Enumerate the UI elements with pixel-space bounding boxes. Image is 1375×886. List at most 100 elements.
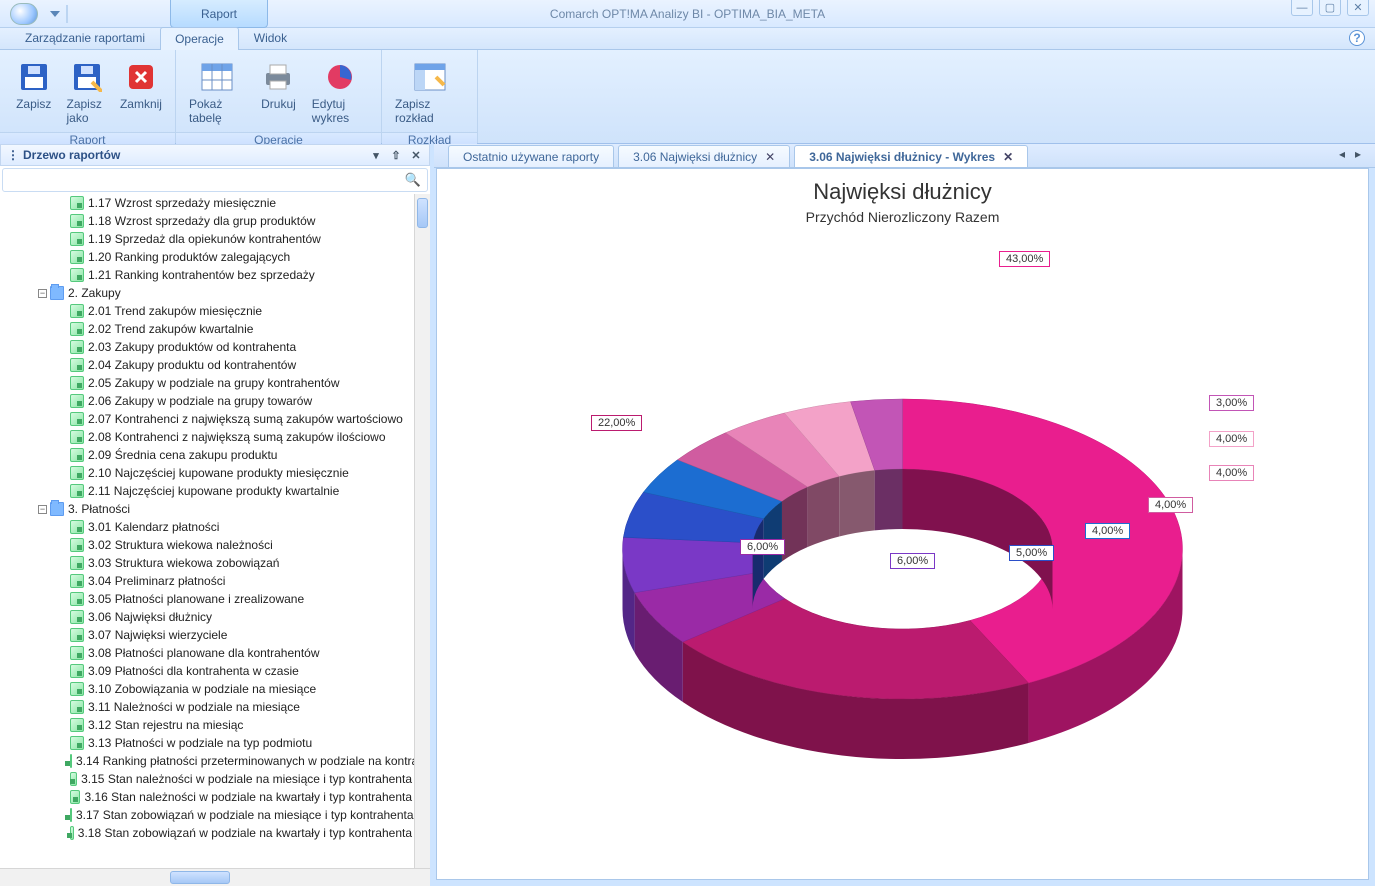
ribbon-tab-widok[interactable]: Widok [239, 26, 302, 49]
report-icon [70, 214, 84, 228]
print-icon [262, 61, 294, 93]
tree-panel-header[interactable]: ⋮ Drzewo raportów ▾ ⇧ ✕ [0, 144, 430, 166]
tree-expander-icon[interactable]: − [38, 289, 47, 298]
panel-close-icon[interactable]: ✕ [409, 148, 423, 162]
tree-item-label: 2.02 Trend zakupów kwartalnie [88, 322, 253, 336]
tree-search-input[interactable] [9, 173, 405, 187]
tree-report-item[interactable]: 3.16 Stan należności w podziale na kwart… [4, 788, 412, 806]
tree-report-item[interactable]: 2.10 Najczęściej kupowane produkty miesi… [4, 464, 412, 482]
folder-icon [50, 286, 64, 300]
save-layout-label: Zapisz rozkład [395, 97, 464, 125]
report-icon [70, 790, 80, 804]
tree-item-label: 3. Płatności [68, 502, 130, 516]
show-table-button[interactable]: Pokaż tabelę [186, 54, 248, 128]
tree-report-item[interactable]: 1.17 Wzrost sprzedaży miesięcznie [4, 194, 412, 212]
report-icon [70, 646, 84, 660]
tree-report-item[interactable]: 2.01 Trend zakupów miesięcznie [4, 302, 412, 320]
report-icon [70, 196, 84, 210]
tree-report-item[interactable]: 1.20 Ranking produktów zalegających [4, 248, 412, 266]
close-label: Zamknij [120, 97, 162, 111]
tree-item-label: 3.13 Płatności w podziale na typ podmiot… [88, 736, 312, 750]
tree-item-label: 2.08 Kontrahenci z największą sumą zakup… [88, 430, 386, 444]
tree-vertical-scrollbar[interactable] [414, 194, 430, 868]
tree-report-item[interactable]: 3.10 Zobowiązania w podziale na miesiące [4, 680, 412, 698]
report-tree[interactable]: 1.17 Wzrost sprzedaży miesięcznie1.18 Wz… [0, 194, 430, 868]
tree-item-label: 3.01 Kalendarz płatności [88, 520, 219, 534]
close-report-button[interactable]: Zamknij [117, 54, 165, 114]
tree-item-label: 2.01 Trend zakupów miesięcznie [88, 304, 262, 318]
tree-report-item[interactable]: 3.13 Płatności w podziale na typ podmiot… [4, 734, 412, 752]
save-as-button[interactable]: Zapisz jako [63, 54, 110, 128]
app-menu-button[interactable] [10, 3, 38, 25]
tree-folder-item[interactable]: − 3. Płatności [4, 500, 412, 518]
tree-report-item[interactable]: 3.03 Struktura wiekowa zobowiązań [4, 554, 412, 572]
tree-report-item[interactable]: 3.02 Struktura wiekowa należności [4, 536, 412, 554]
help-icon[interactable]: ? [1349, 30, 1365, 46]
tree-report-item[interactable]: 3.15 Stan należności w podziale na miesi… [4, 770, 412, 788]
panel-pin-icon[interactable]: ⇧ [389, 148, 403, 162]
tree-report-item[interactable]: 2.02 Trend zakupów kwartalnie [4, 320, 412, 338]
tree-panel-title: Drzewo raportów [23, 148, 120, 162]
tree-report-item[interactable]: 3.09 Płatności dla kontrahenta w czasie [4, 662, 412, 680]
report-icon [70, 394, 84, 408]
tabs-scroll-left-icon[interactable]: ◂ [1335, 147, 1349, 161]
save-layout-button[interactable]: Zapisz rozkład [392, 54, 467, 128]
doc-tab-dluznicy[interactable]: 3.06 Najwięksi dłużnicy ✕ [618, 145, 790, 167]
tree-item-label: 3.06 Najwięksi dłużnicy [88, 610, 212, 624]
report-icon [70, 556, 84, 570]
tree-report-item[interactable]: 3.05 Płatności planowane i zrealizowane [4, 590, 412, 608]
close-window-button[interactable]: ✕ [1347, 0, 1369, 16]
tree-item-label: 1.20 Ranking produktów zalegających [88, 250, 290, 264]
report-icon [70, 682, 84, 696]
tree-report-item[interactable]: 2.05 Zakupy w podziale na grupy kontrahe… [4, 374, 412, 392]
tree-report-item[interactable]: 3.11 Należności w podziale na miesiące [4, 698, 412, 716]
tree-report-item[interactable]: 2.11 Najczęściej kupowane produkty kwart… [4, 482, 412, 500]
doc-tab-dluznicy-wykres[interactable]: 3.06 Najwięksi dłużnicy - Wykres ✕ [794, 145, 1028, 167]
tree-report-item[interactable]: 3.04 Preliminarz płatności [4, 572, 412, 590]
tree-report-item[interactable]: 3.01 Kalendarz płatności [4, 518, 412, 536]
tree-report-item[interactable]: 2.04 Zakupy produktu od kontrahentów [4, 356, 412, 374]
tree-report-item[interactable]: 1.18 Wzrost sprzedaży dla grup produktów [4, 212, 412, 230]
doc-tab-close-icon[interactable]: ✕ [765, 150, 775, 164]
panel-dropdown-icon[interactable]: ▾ [369, 148, 383, 162]
tree-report-item[interactable]: 3.17 Stan zobowiązań w podziale na miesi… [4, 806, 412, 824]
save-button[interactable]: Zapisz [10, 54, 57, 114]
minimize-button[interactable]: — [1291, 0, 1313, 16]
chart-data-label: 43,00% [999, 251, 1050, 267]
print-button[interactable]: Drukuj [254, 54, 303, 114]
report-icon [70, 250, 84, 264]
tree-report-item[interactable]: 2.06 Zakupy w podziale na grupy towarów [4, 392, 412, 410]
tree-search-box[interactable]: 🔍 [2, 168, 428, 192]
tree-expander-icon[interactable]: − [38, 505, 47, 514]
tree-report-item[interactable]: 1.19 Sprzedaż dla opiekunów kontrahentów [4, 230, 412, 248]
tree-report-item[interactable]: 2.03 Zakupy produktów od kontrahenta [4, 338, 412, 356]
tree-folder-item[interactable]: −2. Zakupy [4, 284, 412, 302]
doc-tab-recent[interactable]: Ostatnio używane raporty [448, 145, 614, 167]
tree-report-item[interactable]: 2.07 Kontrahenci z największą sumą zakup… [4, 410, 412, 428]
ribbon-tab-operacje[interactable]: Operacje [160, 27, 239, 50]
context-tab-raport[interactable]: Raport [170, 0, 268, 28]
tree-report-item[interactable]: 3.14 Ranking płatności przeterminowanych… [4, 752, 412, 770]
tree-report-item[interactable]: 3.12 Stan rejestru na miesiąc [4, 716, 412, 734]
edit-chart-button[interactable]: Edytuj wykres [309, 54, 371, 128]
tree-horizontal-scrollbar[interactable] [0, 868, 430, 886]
tree-item-label: 2.04 Zakupy produktu od kontrahentów [88, 358, 296, 372]
tabs-scroll-right-icon[interactable]: ▸ [1351, 147, 1365, 161]
maximize-button[interactable]: ▢ [1319, 0, 1341, 16]
report-icon [70, 304, 84, 318]
show-table-label: Pokaż tabelę [189, 97, 245, 125]
orb-dropdown-icon[interactable] [50, 11, 60, 17]
tree-report-item[interactable]: 1.21 Ranking kontrahentów bez sprzedaży [4, 266, 412, 284]
tree-item-label: 2.03 Zakupy produktów od kontrahenta [88, 340, 296, 354]
ribbon-tab-zarzadzanie[interactable]: Zarządzanie raportami [10, 26, 160, 49]
tree-report-item[interactable]: 3.07 Najwięksi wierzyciele [4, 626, 412, 644]
edit-chart-label: Edytuj wykres [312, 97, 368, 125]
tree-report-item[interactable]: 3.18 Stan zobowiązań w podziale na kwart… [4, 824, 412, 842]
tree-report-item[interactable]: 3.08 Płatności planowane dla kontrahentó… [4, 644, 412, 662]
tree-report-item[interactable]: 2.08 Kontrahenci z największą sumą zakup… [4, 428, 412, 446]
doc-tab-close-icon[interactable]: ✕ [1003, 150, 1013, 164]
tree-item-label: 3.17 Stan zobowiązań w podziale na miesi… [76, 808, 414, 822]
tree-report-item[interactable]: 2.09 Średnia cena zakupu produktu [4, 446, 412, 464]
tree-report-item[interactable]: 3.06 Najwięksi dłużnicy [4, 608, 412, 626]
tree-item-label: 3.02 Struktura wiekowa należności [88, 538, 273, 552]
